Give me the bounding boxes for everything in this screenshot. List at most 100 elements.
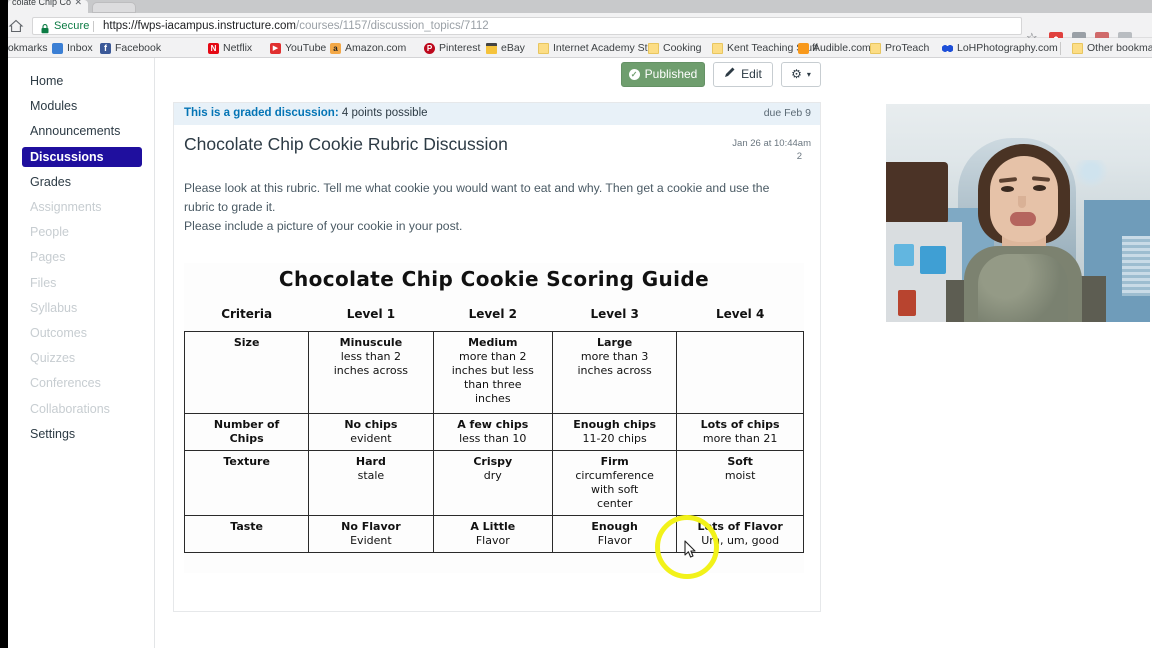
- graded-banner-text: This is a graded discussion: 4 points po…: [184, 107, 428, 119]
- sidebar-item-quizzes[interactable]: Quizzes: [22, 348, 142, 368]
- rubric-cell-line: more than 2: [459, 350, 527, 363]
- webcam-window-blinds: [1122, 236, 1150, 296]
- rubric-level-cell: [676, 331, 804, 414]
- tab-strip: colate Chip Co ✕: [0, 0, 1152, 13]
- rubric-cell-line: No chips: [344, 418, 398, 431]
- edit-button[interactable]: Edit: [713, 62, 773, 87]
- sidebar-item-grades[interactable]: Grades: [22, 172, 142, 192]
- sidebar-item-people[interactable]: People: [22, 222, 142, 242]
- rubric-cell-line: Enough: [591, 520, 638, 533]
- sidebar-item-announcements[interactable]: Announcements: [22, 121, 142, 141]
- sidebar-item-discussions[interactable]: Discussions: [22, 146, 142, 167]
- bookmark-item-lohphotography-com[interactable]: LoHPhotography.com: [942, 41, 1058, 55]
- settings-menu-button[interactable]: ⚙ ▾: [781, 62, 821, 87]
- bookmark-item-inbox[interactable]: Inbox: [52, 41, 93, 55]
- other-bookmarks-label: Other bookma: [1087, 42, 1152, 54]
- rubric-cell-line: Large: [597, 336, 633, 349]
- window-left-black-edge: [0, 0, 8, 648]
- sidebar-item-label: Syllabus: [30, 300, 78, 315]
- rubric-level-cell: Large more than 3 inches across: [552, 331, 678, 414]
- rubric-header-cell: Level 2: [468, 307, 517, 321]
- url-text: https://fwps-iacampus.instructure.com/co…: [103, 20, 489, 32]
- other-bookmarks-folder[interactable]: Other bookma: [1072, 41, 1152, 55]
- rubric-row: Number of Chips No chips evident A few chips…: [183, 413, 804, 451]
- pencil-icon: [724, 62, 736, 87]
- rubric-cell-line: evident: [350, 432, 392, 445]
- sidebar-item-outcomes[interactable]: Outcomes: [22, 323, 142, 343]
- bookmark-label: Amazon.com: [345, 42, 407, 54]
- bookmark-label: YouTube: [285, 42, 327, 54]
- omnibox-divider: [93, 21, 94, 32]
- bookmark-item-pinterest[interactable]: P Pinterest: [424, 41, 480, 55]
- sidebar-item-files[interactable]: Files: [22, 273, 142, 293]
- rubric-cell-line: inches across: [333, 364, 409, 377]
- discussion-toolbar: ✓ Published Edit ⚙ ▾: [155, 58, 835, 94]
- webcam-eye-left: [1001, 186, 1014, 192]
- rubric-level-cell: Crispy dry: [432, 450, 554, 516]
- rubric-cell-line: Evident: [350, 534, 392, 547]
- bookmark-item-cooking[interactable]: Cooking: [648, 41, 702, 55]
- rubric-header-cell: Level 3: [590, 307, 639, 321]
- home-icon[interactable]: [8, 18, 24, 34]
- rubric-cell-line: with soft: [591, 483, 639, 496]
- published-button[interactable]: ✓ Published: [621, 62, 705, 87]
- bookmark-item-facebook[interactable]: f Facebook: [100, 41, 161, 55]
- sidebar-item-conferences[interactable]: Conferences: [22, 373, 142, 393]
- rubric-cell-line: Soft: [727, 455, 753, 468]
- folder-icon: [648, 42, 659, 54]
- rubric-cell-line: moist: [724, 469, 756, 482]
- bookmark-item-amazon-com[interactable]: a Amazon.com: [330, 41, 406, 55]
- lock-icon: [41, 22, 49, 34]
- rubric-cell-line: 11-20 chips: [582, 432, 647, 445]
- rubric-level-cell: Medium more than 2 inches but less than thr…: [432, 331, 554, 414]
- sidebar-item-assignments[interactable]: Assignments: [22, 197, 142, 217]
- omnibox-row: Secure https://fwps-iacampus.instructure…: [0, 13, 1152, 46]
- address-bar[interactable]: Secure https://fwps-iacampus.instructure…: [32, 17, 1022, 35]
- rubric-level-cell: Hard stale: [308, 450, 434, 516]
- rubric-cell-line: inches: [475, 392, 511, 405]
- sidebar-item-label: Home: [30, 74, 64, 88]
- amazon-icon: a: [330, 42, 341, 54]
- bookmarks-divider: [1060, 42, 1061, 55]
- sidebar-item-label: Assignments: [30, 200, 102, 214]
- bookmark-item-proteach[interactable]: ProTeach: [870, 41, 929, 55]
- bookmark-item-ebay[interactable]: eBay: [486, 41, 525, 55]
- bookmark-label: Pinterest: [439, 42, 481, 54]
- rubric-cell-line: Firm: [600, 455, 629, 468]
- rubric-level-cell: Minuscule less than 2 inches across: [308, 331, 434, 414]
- webcam-fridge-item-2: [920, 246, 946, 274]
- tab-close-icon[interactable]: ✕: [74, 0, 82, 8]
- sidebar-item-label: Discussions: [30, 149, 104, 164]
- rubric-cell-line: center: [596, 497, 633, 510]
- bookmark-item-internet-academy-stuff[interactable]: Internet Academy Stuff: [538, 41, 659, 55]
- check-circle-icon: ✓: [628, 69, 640, 80]
- rubric-criteria-cell: Number of Chips: [183, 413, 310, 451]
- bookmark-item-audible-com[interactable]: Audible.com: [798, 41, 871, 55]
- course-nav-sidebar: Home Modules Announcements Discussions Grade…: [8, 58, 155, 648]
- sidebar-item-syllabus[interactable]: Syllabus: [22, 298, 142, 318]
- sidebar-item-settings[interactable]: Settings: [22, 424, 142, 444]
- new-tab-button[interactable]: [92, 2, 136, 13]
- sidebar-item-home[interactable]: Home: [22, 71, 142, 91]
- folder-icon: [538, 42, 549, 54]
- webcam-wood-cabinet: [886, 162, 948, 224]
- bookmark-item-netflix[interactable]: N Netflix: [208, 41, 252, 55]
- bookmark-label: ookmarks: [2, 42, 48, 54]
- bookmark-item-youtube[interactable]: ▶ YouTube: [270, 41, 326, 55]
- sidebar-item-label: Outcomes: [30, 326, 87, 340]
- webcam-scarf-fold: [978, 254, 1068, 322]
- bookmark-item-ookmarks[interactable]: ookmarks: [2, 41, 48, 55]
- bookmark-label: Netflix: [223, 42, 253, 54]
- browser-tab-active[interactable]: colate Chip Co ✕: [8, 0, 88, 13]
- sidebar-item-collaborations[interactable]: Collaborations: [22, 399, 142, 419]
- rubric-criteria-cell: Size: [183, 331, 310, 414]
- chevron-down-icon: ▾: [806, 70, 811, 79]
- sidebar-item-label: Collaborations: [30, 401, 110, 416]
- rubric-cell-line: more than 3: [580, 350, 649, 363]
- sidebar-item-pages[interactable]: Pages: [22, 247, 142, 267]
- rubric-cell-line: stale: [357, 469, 385, 482]
- rubric-level-cell: A few chips less than 10: [432, 413, 554, 451]
- sidebar-item-label: Pages: [30, 250, 66, 265]
- sidebar-item-label: Modules: [30, 99, 78, 114]
- sidebar-item-modules[interactable]: Modules: [22, 96, 142, 116]
